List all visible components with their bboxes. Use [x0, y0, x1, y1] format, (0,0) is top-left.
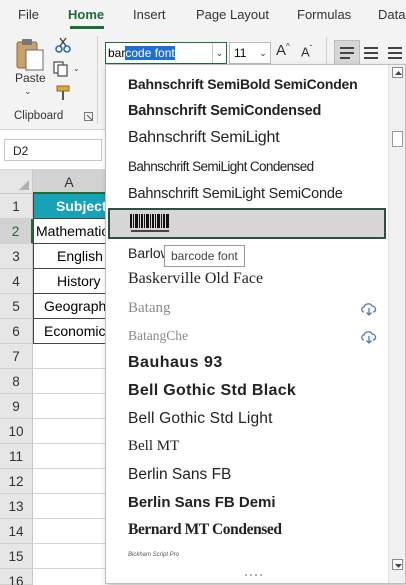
scroll-thumb[interactable] [392, 131, 403, 147]
name-box-value: D2 [13, 144, 29, 158]
copy-dropdown-arrow[interactable]: ⌄ [73, 64, 80, 73]
table-cell[interactable] [33, 494, 106, 519]
row-header[interactable]: 6 [0, 319, 33, 344]
table-cell[interactable]: Economics [33, 319, 106, 344]
align-right-icon[interactable] [386, 40, 406, 66]
tab-data[interactable]: Data [378, 7, 405, 22]
font-option[interactable]: Bahnschrift SemiLight Condensed [128, 159, 314, 174]
font-option[interactable]: Bernard MT Condensed [128, 521, 282, 539]
table-cell[interactable] [33, 369, 106, 394]
row-header[interactable]: 2 [0, 219, 33, 244]
font-option[interactable]: Bell Gothic Std Light [128, 410, 273, 428]
tab-formulas[interactable]: Formulas [297, 7, 351, 22]
align-left-button[interactable] [334, 40, 360, 66]
increase-font-size-icon[interactable]: A^ [276, 42, 290, 59]
row-header[interactable]: 3 [0, 244, 33, 269]
font-option[interactable]: Bell Gothic Std Black [128, 382, 296, 400]
row-header[interactable]: 10 [0, 419, 33, 444]
table-cell[interactable]: Mathematics [33, 219, 106, 244]
row-header[interactable]: 15 [0, 544, 33, 569]
tab-page-layout[interactable]: Page Layout [196, 7, 269, 22]
tab-insert[interactable]: Insert [133, 7, 166, 22]
select-all-corner[interactable] [0, 170, 33, 194]
font-option[interactable]: BatangChe [128, 328, 188, 344]
row-header[interactable]: 1 [0, 194, 33, 219]
name-box[interactable]: D2 [4, 139, 102, 161]
dialog-launcher-icon[interactable] [84, 112, 93, 121]
font-option[interactable]: Berlin Sans FB [128, 466, 231, 484]
format-painter-icon[interactable] [54, 84, 72, 102]
font-option[interactable]: Bickham Script Pro [128, 552, 179, 558]
tab-home[interactable]: Home [68, 7, 104, 22]
align-center-icon[interactable] [362, 40, 382, 66]
resize-grip-icon[interactable] [244, 573, 264, 577]
dropdown-scrollbar[interactable] [388, 65, 405, 583]
decrease-font-size-icon[interactable]: Aˇ [301, 44, 312, 59]
row-header[interactable]: 8 [0, 369, 33, 394]
table-cell[interactable] [33, 419, 106, 444]
font-option[interactable]: Bell MT [128, 438, 179, 455]
row-header[interactable]: 7 [0, 344, 33, 369]
tab-file[interactable]: File [18, 7, 39, 22]
group-separator [97, 36, 98, 124]
row-header[interactable]: 11 [0, 444, 33, 469]
table-cell[interactable] [33, 544, 106, 569]
font-dropdown-list[interactable]: Bahnschrift SemiBold SemiConden Bahnschr… [105, 64, 406, 584]
scroll-up-button[interactable] [392, 67, 403, 78]
ribbon-tabs: File Home Insert Page Layout Formulas Da… [0, 0, 406, 30]
active-tab-indicator [70, 26, 104, 29]
table-cell[interactable]: History [33, 269, 106, 294]
copy-icon[interactable] [52, 60, 70, 78]
table-cell[interactable] [33, 519, 106, 544]
font-option-selected[interactable] [108, 208, 386, 239]
row-header[interactable]: 5 [0, 294, 33, 319]
font-option[interactable]: Bahnschrift SemiLight [128, 129, 280, 147]
table-cell[interactable]: English [33, 244, 106, 269]
cloud-download-icon[interactable] [360, 330, 378, 344]
chevron-down-icon[interactable]: ⌄ [212, 43, 226, 63]
table-header-cell[interactable]: Subject [33, 194, 106, 219]
table-cell[interactable] [33, 469, 106, 494]
row-header[interactable]: 4 [0, 269, 33, 294]
font-option[interactable]: Berlin Sans FB Demi [128, 494, 276, 511]
table-cell[interactable] [33, 394, 106, 419]
row-header[interactable]: 12 [0, 469, 33, 494]
column-header-a[interactable]: A [33, 170, 106, 194]
font-option[interactable]: Bahnschrift SemiBold SemiConden [128, 76, 358, 92]
font-option[interactable]: Batang [128, 300, 171, 317]
barcode-font-preview [130, 214, 169, 232]
font-option[interactable]: Bahnschrift SemiCondensed [128, 103, 321, 119]
chevron-down-icon[interactable]: ⌄ [257, 43, 269, 63]
font-option[interactable]: Bauhaus 93 [128, 354, 223, 372]
font-option[interactable]: Baskerville Old Face [128, 270, 263, 288]
row-header[interactable]: 16 [0, 569, 33, 585]
paste-dropdown-arrow[interactable]: ⌄ [24, 86, 32, 97]
font-size-box[interactable]: 11 ⌄ [229, 42, 271, 64]
cut-icon[interactable] [54, 36, 72, 54]
font-size-input[interactable]: 11 [234, 46, 246, 60]
scroll-down-button[interactable] [392, 559, 403, 570]
table-cell[interactable] [33, 344, 106, 369]
paste-button[interactable]: Paste [15, 71, 46, 85]
font-name-box[interactable]: barcode font ⌄ [105, 42, 227, 64]
row-header[interactable]: 14 [0, 519, 33, 544]
row-header[interactable]: 13 [0, 494, 33, 519]
row-header[interactable]: 9 [0, 394, 33, 419]
table-cell[interactable] [33, 444, 106, 469]
cloud-download-icon[interactable] [360, 302, 378, 316]
font-name-input[interactable]: barcode font [108, 46, 175, 60]
clipboard-group-label: Clipboard [14, 110, 64, 122]
font-option[interactable]: Bahnschrift SemiLight SemiConde [128, 186, 343, 202]
paste-icon[interactable] [14, 38, 46, 72]
table-cell[interactable]: Geography [33, 294, 106, 319]
font-tooltip: barcode font [164, 245, 245, 267]
